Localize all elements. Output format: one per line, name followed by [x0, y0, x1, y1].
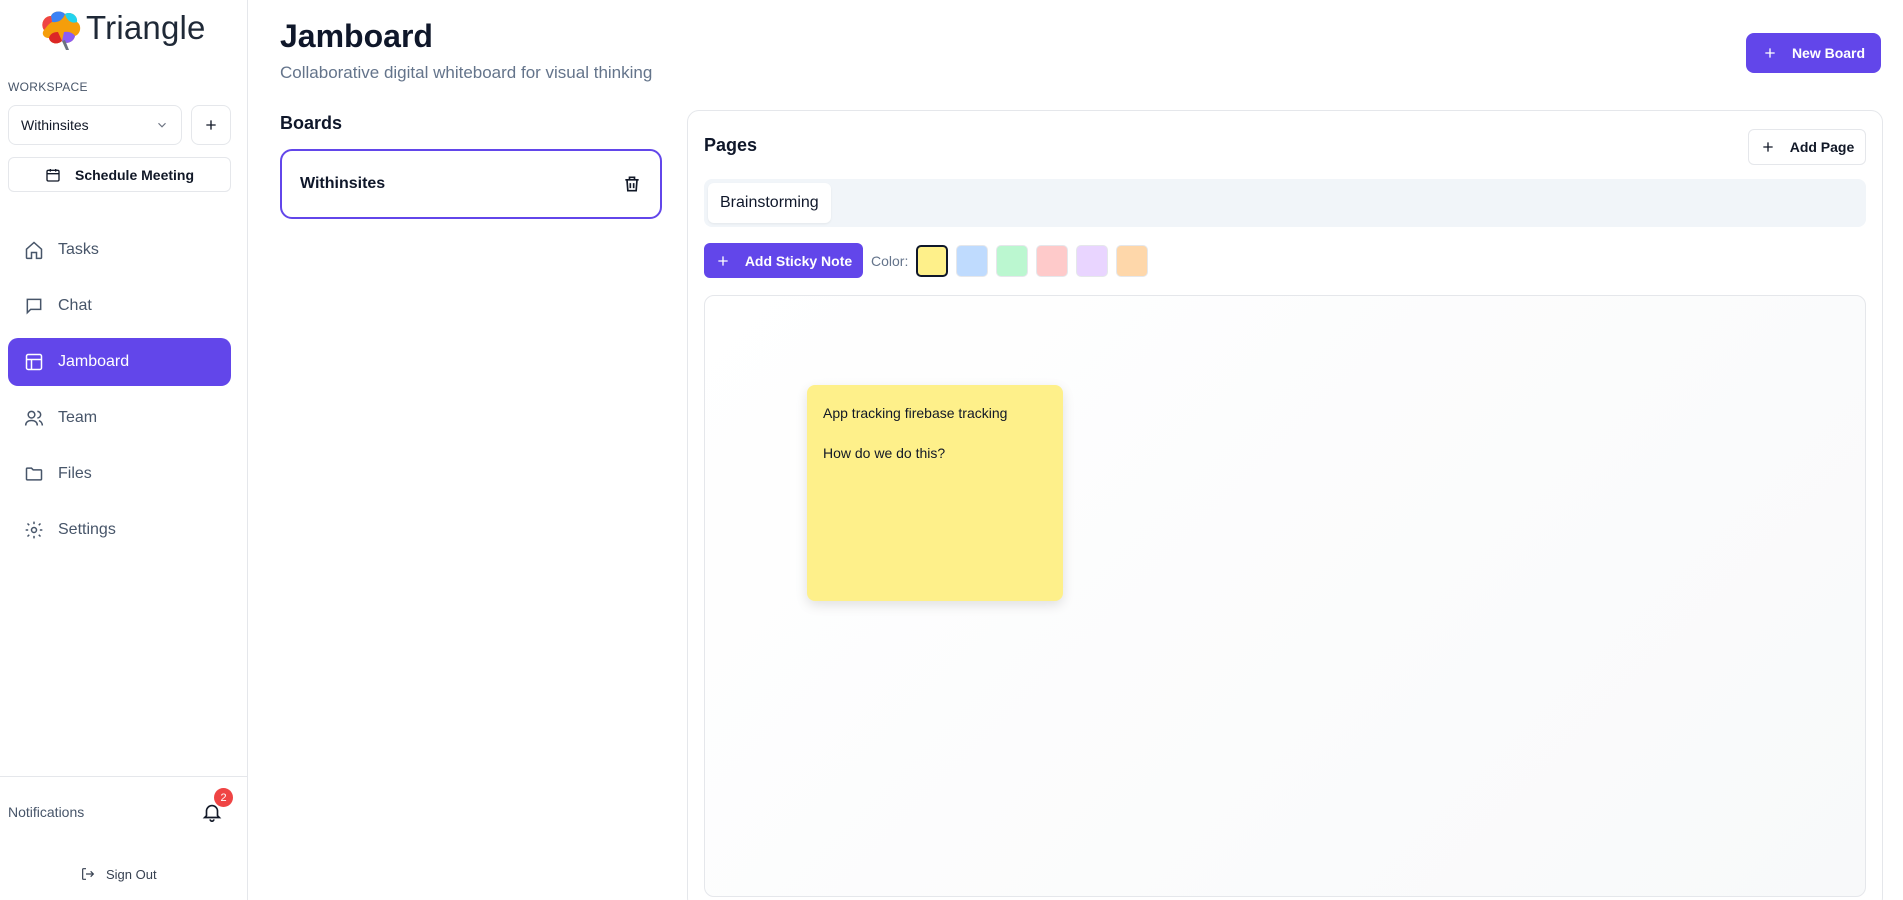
add-page-label: Add Page [1789, 139, 1855, 155]
add-sticky-note-button[interactable]: Add Sticky Note [704, 243, 863, 278]
sidebar-item-label: Jamboard [58, 353, 130, 370]
color-swatch-green[interactable] [996, 244, 1029, 277]
sticky-note-line: How do we do this? [823, 445, 946, 461]
color-swatch-red[interactable] [1036, 244, 1069, 277]
board-card[interactable]: Withinsites [280, 149, 662, 219]
color-label: Color: [871, 252, 909, 269]
sidebar-item-settings[interactable]: Settings [8, 506, 231, 554]
sidebar-item-team[interactable]: Team [8, 394, 231, 442]
add-page-button[interactable]: Add Page [1748, 129, 1866, 165]
sidebar-item-label: Chat [58, 297, 92, 314]
sidebar-item-chat[interactable]: Chat [8, 282, 231, 330]
workspace-label: WORKSPACE [8, 80, 88, 94]
sidebar-item-files[interactable]: Files [8, 450, 231, 498]
notifications-label: Notifications [8, 804, 85, 820]
sign-out-button[interactable]: Sign Out [80, 866, 157, 882]
schedule-meeting-label: Schedule Meeting [74, 166, 195, 183]
logout-icon [82, 868, 95, 880]
sidebar-nav: Tasks Chat Jamboard Team Files Settings [8, 226, 231, 562]
sidebar-item-label: Team [58, 409, 98, 426]
plus-icon [718, 255, 728, 266]
chevron-down-icon [158, 122, 166, 128]
brain-logo-icon [42, 11, 81, 50]
sidebar-item-jamboard[interactable]: Jamboard [8, 338, 231, 386]
add-workspace-button[interactable] [191, 105, 231, 145]
color-swatch-orange[interactable] [1116, 244, 1149, 277]
plus-icon [1765, 48, 1775, 58]
users-icon [24, 410, 44, 426]
sidebar-item-tasks[interactable]: Tasks [8, 226, 231, 274]
new-board-button[interactable]: New Board [1746, 33, 1881, 73]
app-logo[interactable]: Triangle [36, 6, 206, 50]
gear-icon [25, 521, 43, 539]
boards-title: Boards [280, 113, 343, 133]
app-name: Triangle [86, 9, 206, 46]
schedule-meeting-button[interactable]: Schedule Meeting [8, 157, 231, 192]
pages-title: Pages [704, 135, 758, 155]
color-swatch-purple[interactable] [1076, 244, 1109, 277]
page-title: Jamboard [280, 18, 433, 54]
sign-out-label: Sign Out [106, 866, 157, 882]
sidebar-item-label: Tasks [58, 241, 99, 258]
pages-panel: Pages Add Page Brainstorming Add Sticky … [687, 110, 1883, 900]
sticky-note[interactable]: App tracking firebase tracking How do we… [807, 385, 1063, 601]
sticky-note-line: App tracking firebase tracking [823, 405, 1008, 421]
tab-brainstorming[interactable]: Brainstorming [708, 183, 831, 223]
color-swatch-yellow[interactable] [916, 244, 949, 277]
calendar-icon [46, 168, 60, 182]
sidebar-item-label: Files [58, 465, 92, 482]
sidebar-item-label: Settings [58, 521, 116, 538]
notifications-badge: 2 [214, 788, 233, 807]
board-name: Withinsites [300, 175, 386, 192]
whiteboard-canvas[interactable]: App tracking firebase tracking How do we… [704, 295, 1866, 897]
color-swatch-blue[interactable] [956, 244, 989, 277]
new-board-label: New Board [1791, 45, 1866, 61]
trash-icon[interactable] [622, 174, 642, 194]
workspace-select[interactable]: Withinsites [8, 105, 182, 145]
plus-icon [1763, 142, 1773, 152]
page-subtitle: Collaborative digital whiteboard for vis… [280, 63, 653, 82]
workspace-selected-value: Withinsites [21, 117, 89, 133]
note-toolbar: Add Sticky Note Color: [704, 243, 1149, 278]
sidebar: Triangle WORKSPACE Withinsites Schedule … [0, 0, 248, 900]
layout-icon [25, 353, 43, 371]
plus-icon [206, 120, 216, 130]
folder-icon [25, 467, 43, 481]
add-sticky-note-label: Add Sticky Note [744, 252, 853, 269]
chat-icon [26, 298, 42, 315]
page-tabs: Brainstorming [704, 179, 1866, 227]
sidebar-divider [0, 776, 248, 777]
home-icon [25, 241, 43, 260]
